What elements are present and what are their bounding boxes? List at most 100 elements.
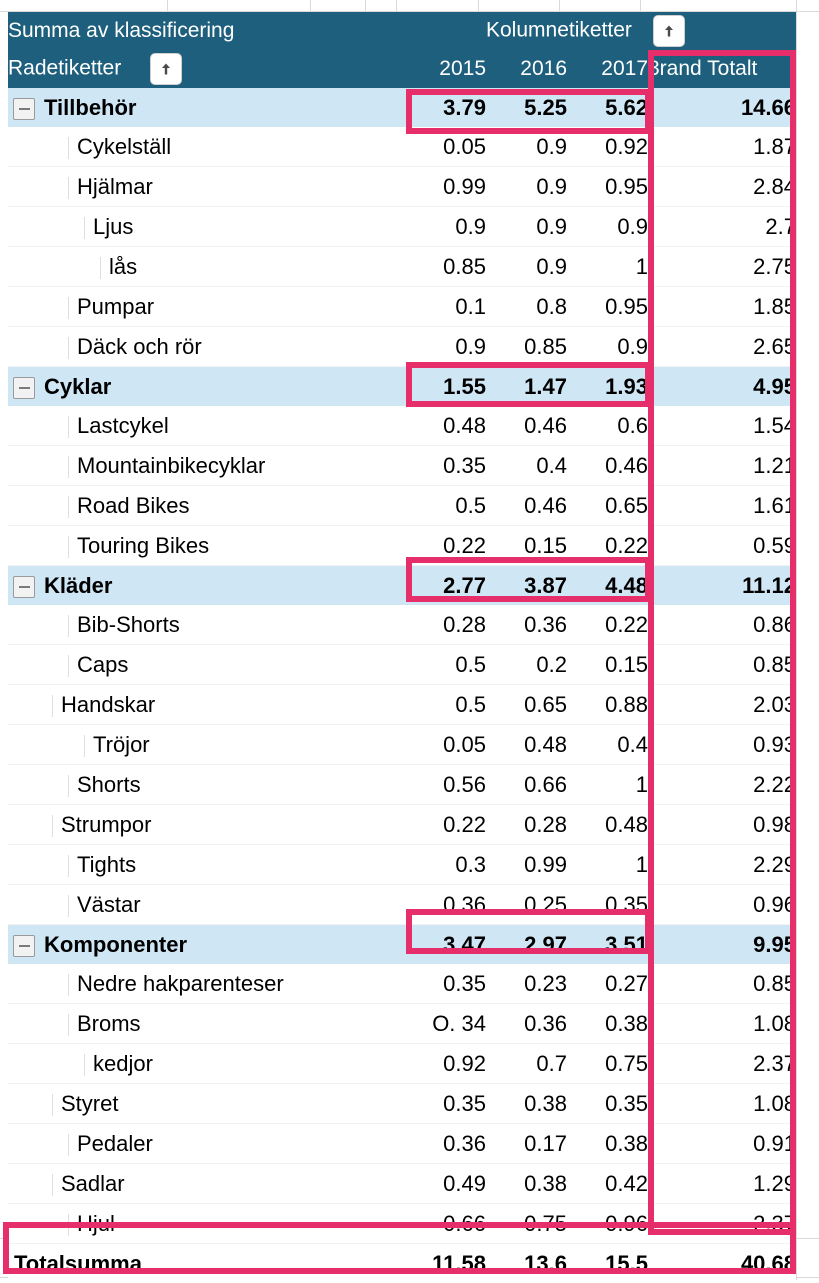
row-total-cell[interactable]: 1.08 — [648, 1004, 796, 1044]
row-label-cell[interactable]: Caps — [8, 645, 405, 685]
row-label-cell[interactable]: Road Bikes — [8, 486, 405, 526]
value-cell[interactable]: 0.22 — [405, 526, 486, 566]
row-label-cell[interactable]: Shorts — [8, 765, 405, 805]
row-label-cell[interactable]: Broms — [8, 1004, 405, 1044]
value-cell[interactable]: 1 — [567, 247, 648, 287]
row-total-cell[interactable]: 1.87 — [648, 127, 796, 167]
row-total-cell[interactable]: 1.29 — [648, 1164, 796, 1204]
value-cell[interactable]: 0.22 — [567, 605, 648, 645]
row-label-cell[interactable]: Kläder — [8, 566, 405, 606]
row-total-cell[interactable]: 0.59 — [648, 526, 796, 566]
value-cell[interactable]: 0.27 — [567, 964, 648, 1004]
value-cell[interactable]: 3.79 — [405, 88, 486, 127]
value-cell[interactable]: 0.4 — [486, 446, 567, 486]
row-label-cell[interactable]: Lastcykel — [8, 406, 405, 446]
value-cell[interactable]: 13.6 — [486, 1244, 567, 1283]
value-cell[interactable]: 0.46 — [486, 406, 567, 446]
row-total-cell[interactable]: 1.21 — [648, 446, 796, 486]
row-label-cell[interactable]: Pedaler — [8, 1124, 405, 1164]
row-total-cell[interactable]: 2.29 — [648, 845, 796, 885]
value-cell[interactable]: 0.28 — [486, 805, 567, 845]
row-label-cell[interactable]: Styret — [8, 1084, 405, 1124]
row-label-cell[interactable]: Tillbehör — [8, 88, 405, 127]
value-cell[interactable]: 0.9 — [567, 207, 648, 247]
collapse-toggle-button[interactable] — [14, 99, 34, 119]
value-cell[interactable]: 0.23 — [486, 964, 567, 1004]
value-cell[interactable]: 2.97 — [486, 925, 567, 965]
value-cell[interactable]: 0.96 — [567, 1204, 648, 1244]
row-total-cell[interactable]: 9.95 — [648, 925, 796, 965]
row-label-cell[interactable]: kedjor — [8, 1044, 405, 1084]
row-total-cell[interactable]: 2.22 — [648, 765, 796, 805]
row-label-cell[interactable]: Handskar — [8, 685, 405, 725]
value-cell[interactable]: 0.65 — [567, 486, 648, 526]
value-cell[interactable]: O. 34 — [405, 1004, 486, 1044]
value-cell[interactable]: 0.36 — [405, 1124, 486, 1164]
row-total-cell[interactable]: 1.85 — [648, 287, 796, 327]
value-cell[interactable]: 0.9 — [567, 327, 648, 367]
row-label-cell[interactable]: Mountainbikecyklar — [8, 446, 405, 486]
value-cell[interactable]: 0.35 — [567, 885, 648, 925]
value-cell[interactable]: 0.38 — [567, 1004, 648, 1044]
row-label-cell[interactable]: lås — [8, 247, 405, 287]
value-cell[interactable]: 0.25 — [486, 885, 567, 925]
row-total-cell[interactable]: 2.37 — [648, 1204, 796, 1244]
value-cell[interactable]: 3.47 — [405, 925, 486, 965]
value-cell[interactable]: 5.62 — [567, 88, 648, 127]
value-cell[interactable]: 2.77 — [405, 566, 486, 606]
value-cell[interactable]: 0.6 — [567, 406, 648, 446]
value-cell[interactable]: 0.75 — [486, 1204, 567, 1244]
row-label-cell[interactable]: Touring Bikes — [8, 526, 405, 566]
column-header-year-2017[interactable]: 2017 — [567, 50, 648, 88]
value-cell[interactable]: 0.46 — [567, 446, 648, 486]
row-label-cell[interactable]: Tights — [8, 845, 405, 885]
value-cell[interactable]: 0.15 — [486, 526, 567, 566]
value-cell[interactable]: 15.5 — [567, 1244, 648, 1283]
value-cell[interactable]: 3.51 — [567, 925, 648, 965]
value-cell[interactable]: 0.22 — [567, 526, 648, 566]
value-cell[interactable]: 0.95 — [567, 287, 648, 327]
value-cell[interactable]: 0.65 — [486, 685, 567, 725]
value-cell[interactable]: 4.48 — [567, 566, 648, 606]
value-cell[interactable]: 0.36 — [405, 885, 486, 925]
value-cell[interactable]: 0.48 — [567, 805, 648, 845]
value-cell[interactable]: 0.28 — [405, 605, 486, 645]
value-cell[interactable]: 0.66 — [405, 1204, 486, 1244]
row-total-cell[interactable]: 11.12 — [648, 566, 796, 606]
row-total-cell[interactable]: 1.08 — [648, 1084, 796, 1124]
row-total-cell[interactable]: 2.7 — [648, 207, 796, 247]
row-label-cell[interactable]: Hjälmar — [8, 167, 405, 207]
value-cell[interactable]: 0.36 — [486, 1004, 567, 1044]
row-total-cell[interactable]: 2.75 — [648, 247, 796, 287]
value-cell[interactable]: 0.66 — [486, 765, 567, 805]
value-cell[interactable]: 0.5 — [405, 486, 486, 526]
value-cell[interactable]: 0.95 — [567, 167, 648, 207]
row-total-cell[interactable]: 4.95 — [648, 367, 796, 407]
row-total-cell[interactable]: 40.68 — [648, 1244, 796, 1283]
value-cell[interactable]: 0.92 — [405, 1044, 486, 1084]
value-cell[interactable]: 0.99 — [405, 167, 486, 207]
value-cell[interactable]: 0.5 — [405, 645, 486, 685]
row-total-cell[interactable]: 0.91 — [648, 1124, 796, 1164]
column-header-grand-total[interactable]: 3rand Totalt — [648, 50, 796, 88]
row-total-cell[interactable]: 0.85 — [648, 964, 796, 1004]
value-cell[interactable]: 0.15 — [567, 645, 648, 685]
sort-arrow-up-icon[interactable] — [654, 16, 684, 46]
value-cell[interactable]: 0.36 — [486, 605, 567, 645]
row-total-cell[interactable]: 0.85 — [648, 645, 796, 685]
row-total-cell[interactable]: 0.93 — [648, 725, 796, 765]
value-cell[interactable]: 0.9 — [405, 327, 486, 367]
row-label-cell[interactable]: Strumpor — [8, 805, 405, 845]
value-cell[interactable]: 0.35 — [405, 446, 486, 486]
value-cell[interactable]: 0.17 — [486, 1124, 567, 1164]
collapse-toggle-button[interactable] — [14, 577, 34, 597]
value-cell[interactable]: 0.99 — [486, 845, 567, 885]
column-header-year-2016[interactable]: 2016 — [486, 50, 567, 88]
value-cell[interactable]: 0.35 — [405, 1084, 486, 1124]
row-total-cell[interactable]: 1.54 — [648, 406, 796, 446]
value-cell[interactable]: 0.35 — [567, 1084, 648, 1124]
column-header-year-2015[interactable]: 2015 — [405, 50, 486, 88]
row-label-cell[interactable]: Cyklar — [8, 367, 405, 407]
value-cell[interactable]: 0.9 — [486, 167, 567, 207]
row-label-cell[interactable]: Däck och rör — [8, 327, 405, 367]
